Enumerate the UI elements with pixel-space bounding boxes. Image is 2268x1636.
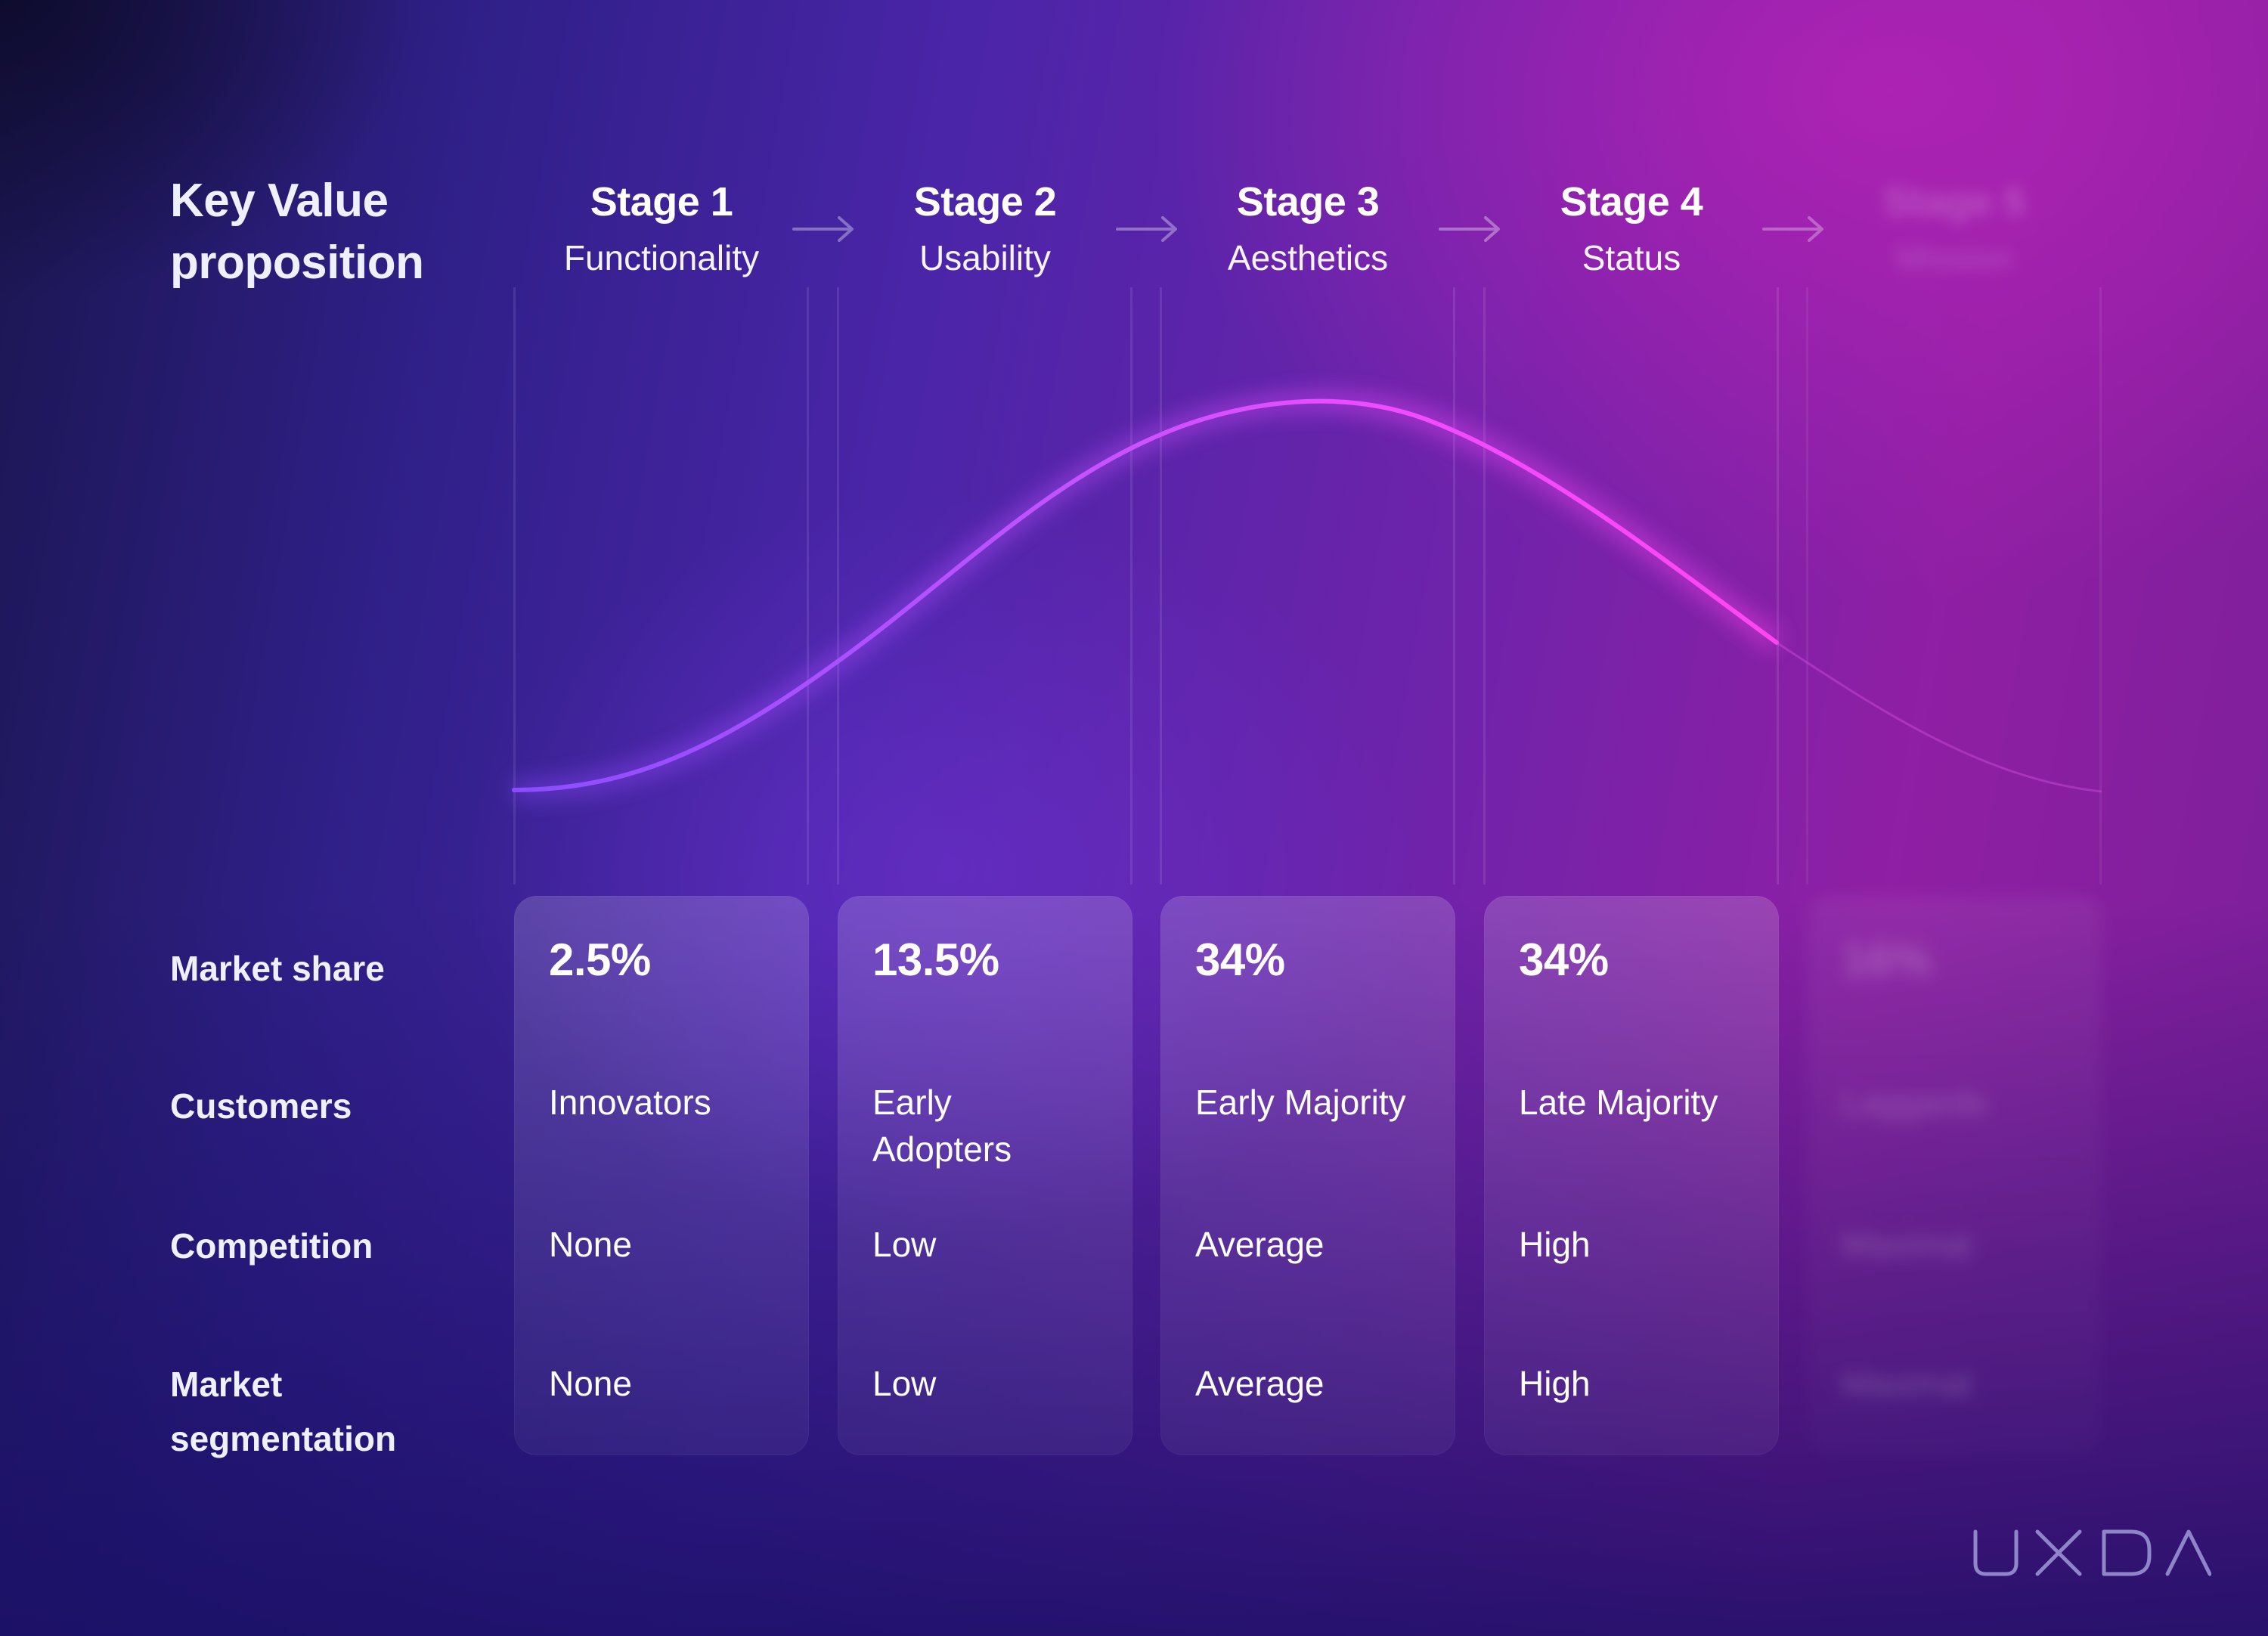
competition-value: Maximal bbox=[1842, 1225, 1972, 1264]
stage-1-name: Stage 1 bbox=[590, 179, 733, 225]
stage-4-header: Stage 4 Status bbox=[1484, 174, 1779, 286]
stage-5-value-proposition: Mission bbox=[1895, 238, 2013, 277]
column-guide-line bbox=[1777, 287, 1779, 885]
market-segmentation-value: None bbox=[549, 1364, 632, 1403]
logo-letter-x bbox=[2035, 1529, 2082, 1576]
market-segmentation-value: Maximal bbox=[1842, 1364, 1972, 1403]
arrow-right-icon bbox=[1762, 216, 1823, 242]
customers-value: Innovators bbox=[549, 1083, 711, 1122]
stage-2-card: 13.5% Early Adopters Low Low bbox=[838, 896, 1132, 1455]
market-share-value: 13.5% bbox=[872, 934, 999, 985]
competition-value: Average bbox=[1195, 1225, 1325, 1264]
logo-letter-a bbox=[2165, 1529, 2211, 1576]
stage-4-card: 34% Late Majority High High bbox=[1484, 896, 1779, 1455]
row-label-market-share: Market share bbox=[170, 949, 385, 988]
curve-glow bbox=[513, 391, 1783, 800]
market-segmentation-value: High bbox=[1519, 1364, 1591, 1403]
market-share-value: 34% bbox=[1195, 934, 1285, 985]
arrow-right-icon bbox=[1439, 216, 1500, 242]
title-line-1: Key Value bbox=[170, 175, 389, 227]
arrow-right-icon bbox=[792, 216, 854, 242]
market-segmentation-value: Low bbox=[872, 1364, 937, 1403]
stage-2-name: Stage 2 bbox=[913, 179, 1057, 225]
key-value-proposition-title: Key Value proposition bbox=[170, 170, 424, 294]
stage-1-value-proposition: Functionality bbox=[563, 238, 760, 277]
column-guide-line bbox=[1453, 287, 1455, 885]
column-guide-line bbox=[1806, 287, 1808, 885]
stage-3-header: Stage 3 Aesthetics bbox=[1160, 174, 1455, 286]
stage-3-value-proposition: Aesthetics bbox=[1227, 238, 1389, 277]
competition-value: Low bbox=[872, 1225, 937, 1264]
uxda-logo: UXDA bbox=[1973, 1529, 2211, 1576]
market-segmentation-value: Average bbox=[1195, 1364, 1325, 1403]
row-label-market-segmentation-line-1: Market bbox=[170, 1365, 283, 1404]
column-guide-line bbox=[1160, 287, 1162, 885]
stage-5-card-blurred: 16% Laggards Maximal Maximal bbox=[1807, 896, 2102, 1455]
row-label-competition: Competition bbox=[170, 1226, 373, 1266]
arrow-right-icon bbox=[1116, 216, 1177, 242]
row-label-market-segmentation-line-2: segmentation bbox=[170, 1419, 397, 1458]
market-share-value: 16% bbox=[1842, 934, 1932, 985]
stage-1-header: Stage 1 Functionality bbox=[514, 174, 809, 286]
curve-line-faded bbox=[1776, 641, 2102, 793]
stage-4-value-proposition: Status bbox=[1582, 238, 1681, 277]
column-guide-line bbox=[513, 287, 516, 885]
title-line-2: proposition bbox=[170, 237, 424, 289]
customers-value: Early Adopters bbox=[872, 1083, 1012, 1169]
stage-3-card: 34% Early Majority Average Average bbox=[1160, 896, 1455, 1455]
stage-2-value-proposition: Usability bbox=[919, 238, 1051, 277]
logo-letter-d bbox=[2102, 1529, 2152, 1576]
stage-5-header-blurred: Stage 5 Mission bbox=[1807, 174, 2102, 286]
logo-letter-u bbox=[1973, 1529, 2019, 1576]
stage-4-name: Stage 4 bbox=[1560, 179, 1703, 225]
column-guide-line bbox=[807, 287, 809, 885]
market-share-value: 2.5% bbox=[549, 934, 651, 985]
column-guide-line bbox=[1130, 287, 1132, 885]
row-label-market-segmentation: Market segmentation bbox=[170, 1357, 396, 1466]
competition-value: None bbox=[549, 1225, 632, 1264]
column-guide-line bbox=[837, 287, 839, 885]
stage-1-card: 2.5% Innovators None None bbox=[514, 896, 809, 1455]
row-label-customers: Customers bbox=[170, 1086, 352, 1126]
stage-3-name: Stage 3 bbox=[1236, 179, 1380, 225]
stage-5-name: Stage 5 bbox=[1882, 179, 2026, 225]
market-share-value: 34% bbox=[1519, 934, 1609, 985]
column-guide-line bbox=[2099, 287, 2102, 885]
competition-value: High bbox=[1519, 1225, 1591, 1264]
curve-line-highlighted bbox=[512, 398, 1779, 792]
stage-2-header: Stage 2 Usability bbox=[838, 174, 1132, 286]
customers-value: Early Majority bbox=[1195, 1083, 1406, 1122]
customers-value: Laggards bbox=[1842, 1083, 1987, 1122]
customers-value: Late Majority bbox=[1519, 1083, 1718, 1122]
column-guide-line bbox=[1483, 287, 1486, 885]
